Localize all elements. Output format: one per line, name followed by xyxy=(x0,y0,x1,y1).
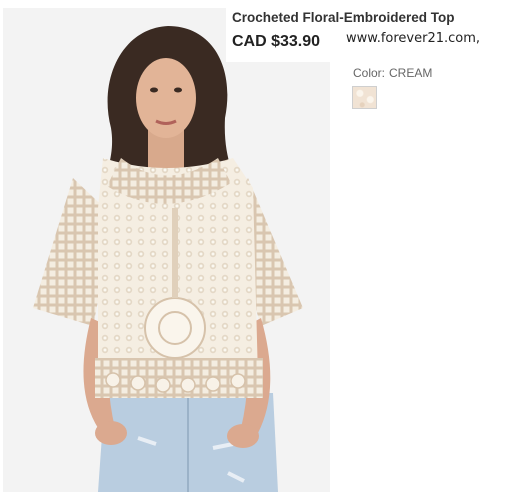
source-url[interactable]: www.forever21.com, xyxy=(346,31,480,46)
product-title[interactable]: Crocheted Floral-Embroidered Top xyxy=(232,10,511,25)
product-price: CAD $33.90 xyxy=(232,33,321,50)
color-swatch-cream[interactable] xyxy=(352,86,377,109)
color-row: Color: CREAM xyxy=(353,66,432,80)
color-label: Color: xyxy=(353,66,386,80)
color-value: CREAM xyxy=(389,66,433,80)
product-photo xyxy=(3,8,330,492)
